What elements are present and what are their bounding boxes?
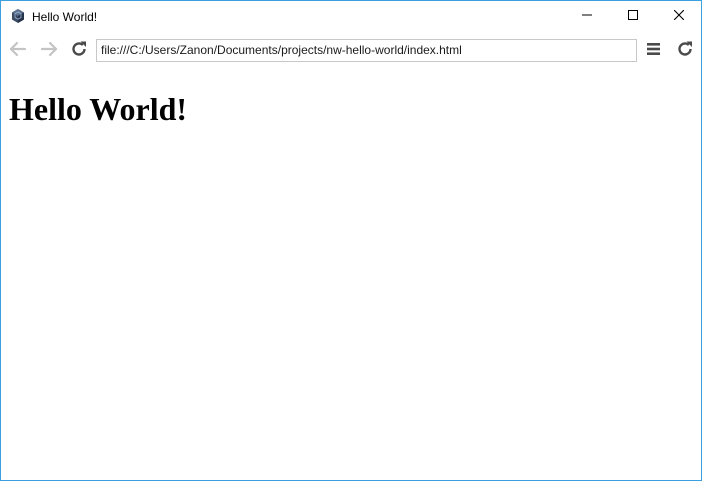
page-heading: Hello World! bbox=[9, 91, 188, 127]
browser-toolbar bbox=[1, 32, 701, 70]
page-content: Hello World! bbox=[1, 70, 701, 480]
reload-icon bbox=[70, 40, 88, 63]
arrow-right-icon bbox=[40, 41, 58, 62]
reload-icon bbox=[676, 40, 694, 63]
title-bar[interactable]: Hello World! bbox=[1, 1, 701, 32]
reload-app-button[interactable] bbox=[674, 40, 696, 62]
forward-button[interactable] bbox=[38, 40, 60, 62]
address-bar[interactable] bbox=[96, 39, 637, 62]
app-hexagon-icon bbox=[10, 8, 26, 24]
maximize-button[interactable] bbox=[610, 1, 656, 31]
address-input[interactable] bbox=[97, 40, 634, 61]
hamburger-menu-icon bbox=[646, 42, 662, 61]
minimize-icon bbox=[582, 7, 592, 25]
back-button[interactable] bbox=[7, 40, 29, 62]
reload-button[interactable] bbox=[68, 40, 90, 62]
minimize-button[interactable] bbox=[564, 1, 610, 31]
window-title: Hello World! bbox=[32, 10, 98, 24]
maximize-icon bbox=[628, 7, 638, 25]
close-button[interactable] bbox=[656, 1, 701, 31]
menu-button[interactable] bbox=[643, 40, 665, 62]
close-icon bbox=[673, 7, 685, 25]
arrow-left-icon bbox=[9, 41, 27, 62]
app-window: Hello World! file:///C:/Users/Zanon/Docu… bbox=[0, 0, 702, 481]
